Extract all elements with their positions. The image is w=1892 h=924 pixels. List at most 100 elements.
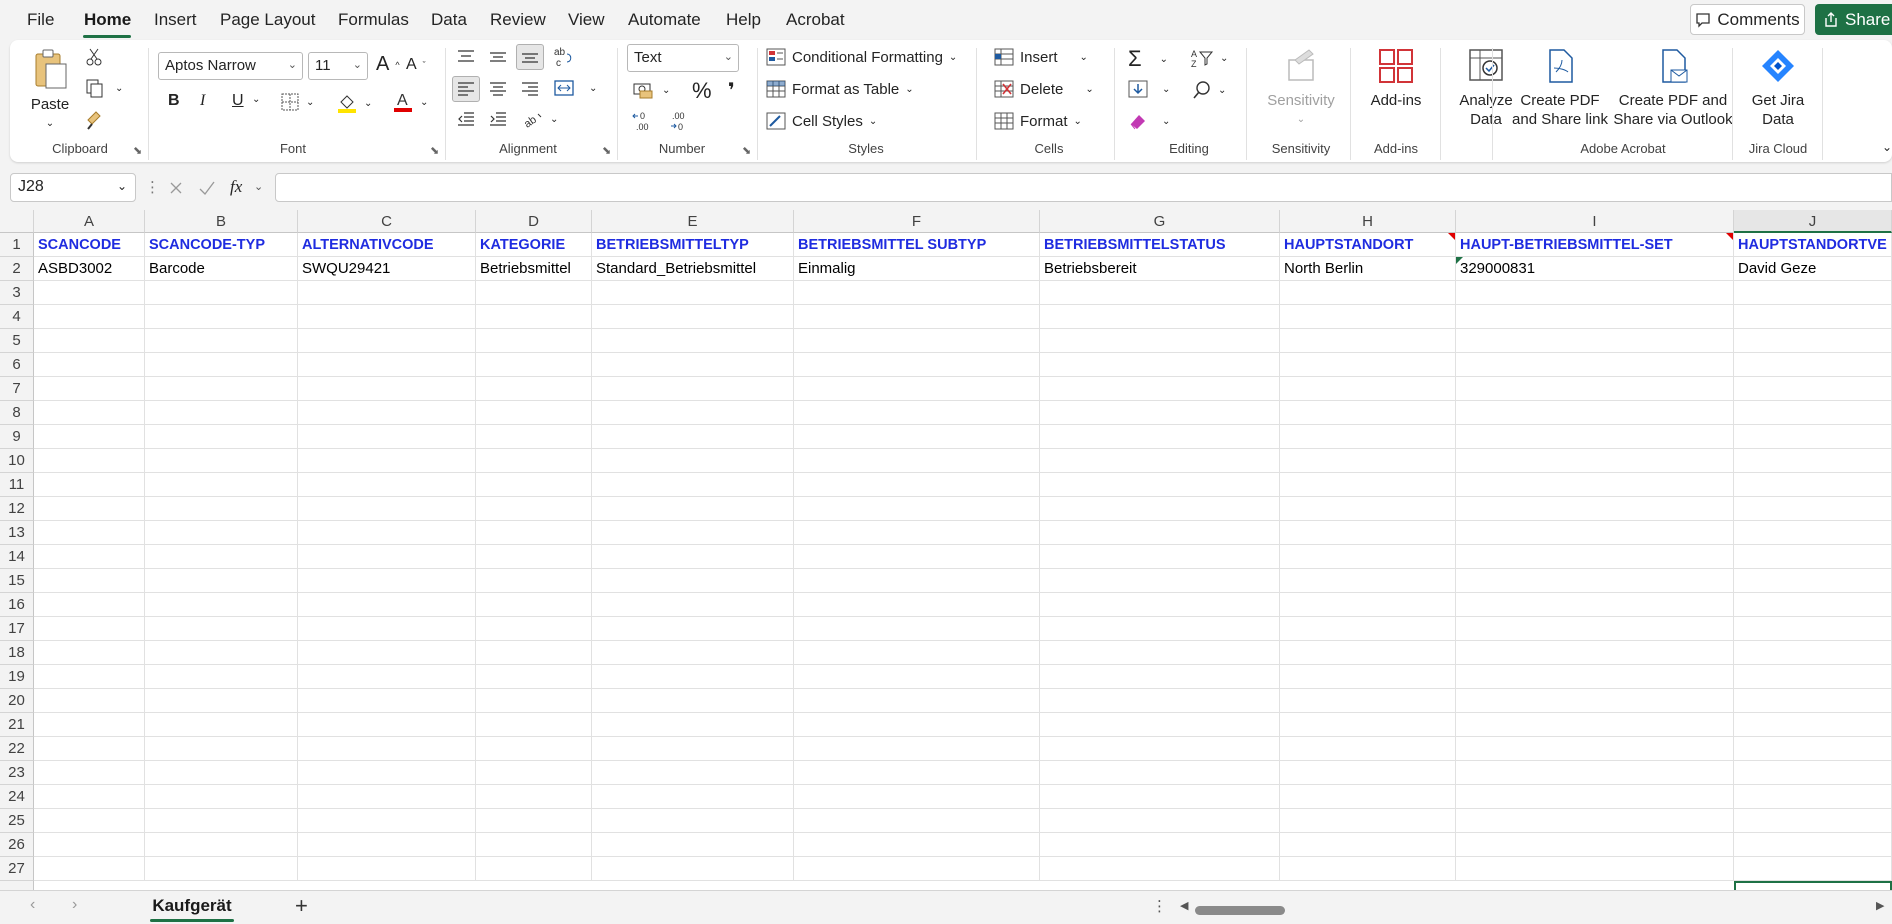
cell-g21[interactable] (1040, 713, 1280, 737)
tab-options-icon[interactable]: ⋮ (1152, 897, 1167, 915)
cell-f11[interactable] (794, 473, 1040, 497)
cell-a14[interactable] (34, 545, 145, 569)
cell-g20[interactable] (1040, 689, 1280, 713)
cell-i12[interactable] (1456, 497, 1734, 521)
cell-e25[interactable] (592, 809, 794, 833)
column-header-e[interactable]: E (592, 210, 794, 233)
column-header-j[interactable]: J (1734, 210, 1892, 233)
cell-e14[interactable] (592, 545, 794, 569)
horizontal-scrollbar[interactable] (1195, 906, 1285, 915)
cell-g3[interactable] (1040, 281, 1280, 305)
menu-automate[interactable]: Automate (628, 10, 701, 30)
cell-d16[interactable] (476, 593, 592, 617)
cell-i7[interactable] (1456, 377, 1734, 401)
cell-e1[interactable]: BETRIEBSMITTELTYP (592, 233, 794, 257)
cell-i16[interactable] (1456, 593, 1734, 617)
orientation-icon[interactable]: ab ⌄ (522, 110, 558, 129)
row-header-16[interactable]: 16 (0, 593, 34, 617)
cell-i23[interactable] (1456, 761, 1734, 785)
menu-acrobat[interactable]: Acrobat (786, 10, 845, 30)
cell-b9[interactable] (145, 425, 298, 449)
cell-d4[interactable] (476, 305, 592, 329)
cell-j22[interactable] (1734, 737, 1892, 761)
cell-f3[interactable] (794, 281, 1040, 305)
previous-sheet-icon[interactable]: ‹ (30, 896, 35, 914)
cell-e6[interactable] (592, 353, 794, 377)
cell-j18[interactable] (1734, 641, 1892, 665)
cell-f2[interactable]: Einmalig (794, 257, 1040, 281)
cell-e7[interactable] (592, 377, 794, 401)
fill-color-icon[interactable]: ⌄ (336, 92, 372, 114)
cell-c22[interactable] (298, 737, 476, 761)
column-header-g[interactable]: G (1040, 210, 1280, 233)
cell-i4[interactable] (1456, 305, 1734, 329)
cell-a12[interactable] (34, 497, 145, 521)
cell-b25[interactable] (145, 809, 298, 833)
cell-c14[interactable] (298, 545, 476, 569)
row-header-9[interactable]: 9 (0, 425, 34, 449)
cell-b23[interactable] (145, 761, 298, 785)
fill-down-icon[interactable]: ⌄ (1128, 80, 1170, 98)
cell-d14[interactable] (476, 545, 592, 569)
column-header-b[interactable]: B (145, 210, 298, 233)
cell-i10[interactable] (1456, 449, 1734, 473)
cell-d26[interactable] (476, 833, 592, 857)
cell-b8[interactable] (145, 401, 298, 425)
cell-f18[interactable] (794, 641, 1040, 665)
cell-a11[interactable] (34, 473, 145, 497)
cell-j12[interactable] (1734, 497, 1892, 521)
cell-d2[interactable]: Betriebsmittel (476, 257, 592, 281)
cell-i18[interactable] (1456, 641, 1734, 665)
cell-b26[interactable] (145, 833, 298, 857)
cell-h12[interactable] (1280, 497, 1456, 521)
row-header-25[interactable]: 25 (0, 809, 34, 833)
cell-a16[interactable] (34, 593, 145, 617)
scroll-right-icon[interactable]: ▶ (1876, 899, 1884, 912)
cell-e5[interactable] (592, 329, 794, 353)
format-painter-icon[interactable] (85, 110, 105, 130)
cell-d17[interactable] (476, 617, 592, 641)
cell-d27[interactable] (476, 857, 592, 881)
selected-cell-j28[interactable] (1734, 881, 1892, 890)
row-header-15[interactable]: 15 (0, 569, 34, 593)
cell-e21[interactable] (592, 713, 794, 737)
error-indicator-icon[interactable] (1456, 257, 1463, 264)
row-header-11[interactable]: 11 (0, 473, 34, 497)
cell-j9[interactable] (1734, 425, 1892, 449)
chevron-down-icon[interactable]: ⌄ (117, 179, 127, 193)
cell-j4[interactable] (1734, 305, 1892, 329)
cell-c21[interactable] (298, 713, 476, 737)
paste-button[interactable]: Paste ⌄ (30, 48, 70, 133)
align-bottom-icon[interactable] (516, 44, 544, 70)
cell-a19[interactable] (34, 665, 145, 689)
cell-h11[interactable] (1280, 473, 1456, 497)
comment-indicator-icon[interactable] (1448, 233, 1455, 240)
row-header-partial[interactable] (0, 881, 34, 890)
column-header-f[interactable]: F (794, 210, 1040, 233)
cell-g17[interactable] (1040, 617, 1280, 641)
menu-insert[interactable]: Insert (154, 10, 197, 30)
format-as-table-button[interactable]: Format as Table ⌄ (766, 80, 914, 98)
cell-j8[interactable] (1734, 401, 1892, 425)
cell-c13[interactable] (298, 521, 476, 545)
cell-b5[interactable] (145, 329, 298, 353)
borders-icon[interactable]: ⌄ (280, 92, 314, 112)
align-top-icon[interactable] (456, 48, 476, 66)
cell-f26[interactable] (794, 833, 1040, 857)
add-ins-button[interactable]: Add-ins (1356, 46, 1436, 110)
cell-g7[interactable] (1040, 377, 1280, 401)
column-header-d[interactable]: D (476, 210, 592, 233)
cell-c17[interactable] (298, 617, 476, 641)
cell-a23[interactable] (34, 761, 145, 785)
create-pdf-share-outlook-button[interactable]: Create PDF and Share via Outlook (1598, 46, 1748, 129)
alignment-launcher-icon[interactable]: ⬊ (602, 144, 611, 157)
cell-e13[interactable] (592, 521, 794, 545)
cell-e15[interactable] (592, 569, 794, 593)
cell-d11[interactable] (476, 473, 592, 497)
cell-f7[interactable] (794, 377, 1040, 401)
row-header-8[interactable]: 8 (0, 401, 34, 425)
menu-file[interactable]: File (27, 10, 54, 30)
cell-i22[interactable] (1456, 737, 1734, 761)
cell-d24[interactable] (476, 785, 592, 809)
row-header-10[interactable]: 10 (0, 449, 34, 473)
